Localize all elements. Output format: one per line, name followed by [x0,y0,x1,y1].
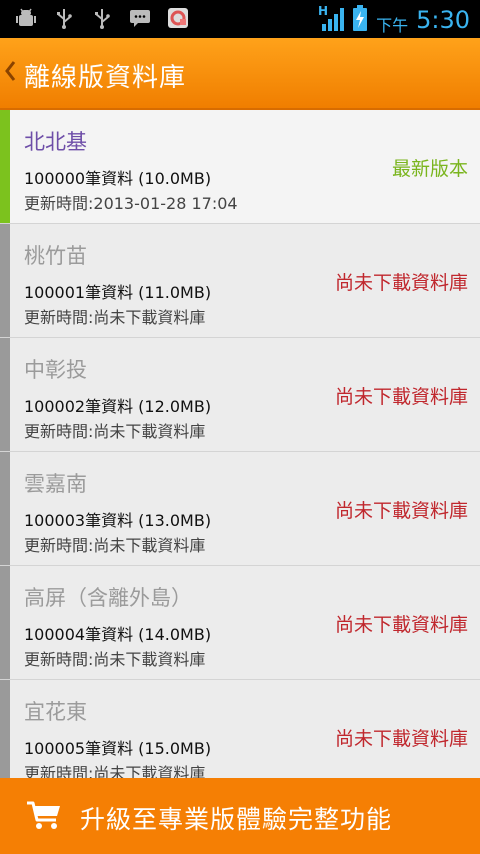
clock-time: 5:30 [416,6,470,34]
row-accent-bar [0,680,10,778]
update-time: 更新時間:尚未下載資料庫 [24,422,206,441]
update-time: 更新時間:尚未下載資料庫 [24,764,206,778]
download-status: 最新版本 [391,158,468,180]
update-time: 更新時間:尚未下載資料庫 [24,536,206,555]
download-status: 尚未下載資料庫 [334,272,468,294]
region-name: 北北基 [24,130,87,154]
row-accent-bar [0,110,10,223]
chevron-left-icon[interactable] [4,60,16,88]
region-name: 宜花東 [24,700,87,724]
list-item-database[interactable]: 雲嘉南 100003筆資料 (13.0MB) 更新時間:尚未下載資料庫 尚未下載… [0,452,480,566]
clock-ampm: 下午 [376,16,409,35]
row-accent-bar [0,566,10,679]
download-status: 尚未下載資料庫 [334,386,468,408]
app-notification-icon [166,6,190,30]
usb-icon [52,6,76,30]
upgrade-label: 升級至專業版體驗完整功能 [80,805,393,834]
update-time: 更新時間:尚未下載資料庫 [24,650,206,669]
download-status: 尚未下載資料庫 [334,614,468,636]
region-name: 中彰投 [24,358,87,382]
region-name: 高屏（含離外島） [24,586,192,610]
page-title: 離線版資料庫 [24,63,187,93]
download-status: 尚未下載資料庫 [334,728,468,750]
list-item-database[interactable]: 桃竹苗 100001筆資料 (11.0MB) 更新時間:尚未下載資料庫 尚未下載… [0,224,480,338]
usb-icon [90,6,114,30]
list-item-database[interactable]: 北北基 100000筆資料 (10.0MB) 更新時間:2013-01-28 1… [0,110,480,224]
record-count: 100005筆資料 (15.0MB) [24,739,212,758]
system-indicators: H 下午 5:30 [318,4,470,36]
upgrade-button[interactable]: 升級至專業版體驗完整功能 [0,778,480,854]
battery-charging-icon [352,4,368,36]
record-count: 100000筆資料 (10.0MB) [24,169,212,188]
database-list[interactable]: 北北基 100000筆資料 (10.0MB) 更新時間:2013-01-28 1… [0,110,480,778]
row-accent-bar [0,452,10,565]
record-count: 100003筆資料 (13.0MB) [24,511,212,530]
update-time: 更新時間:尚未下載資料庫 [24,308,206,327]
region-name: 雲嘉南 [24,472,87,496]
download-status: 尚未下載資料庫 [334,500,468,522]
record-count: 100001筆資料 (11.0MB) [24,283,212,302]
row-accent-bar [0,224,10,337]
list-item-database[interactable]: 高屏（含離外島） 100004筆資料 (14.0MB) 更新時間:尚未下載資料庫… [0,566,480,680]
signal-icon: H [318,4,345,36]
android-debug-icon [14,6,38,30]
network-type-label: H [318,4,328,18]
list-item-database[interactable]: 宜花東 100005筆資料 (15.0MB) 更新時間:尚未下載資料庫 尚未下載… [0,680,480,778]
update-time: 更新時間:2013-01-28 17:04 [24,194,238,213]
list-item-database[interactable]: 中彰投 100002筆資料 (12.0MB) 更新時間:尚未下載資料庫 尚未下載… [0,338,480,452]
notification-icons [14,6,190,30]
message-icon [128,6,152,30]
cart-icon [26,800,62,834]
record-count: 100002筆資料 (12.0MB) [24,397,212,416]
record-count: 100004筆資料 (14.0MB) [24,625,212,644]
row-accent-bar [0,338,10,451]
region-name: 桃竹苗 [24,244,87,268]
title-bar[interactable]: 離線版資料庫 [0,38,480,110]
status-bar: H 下午 5:30 [0,0,480,38]
